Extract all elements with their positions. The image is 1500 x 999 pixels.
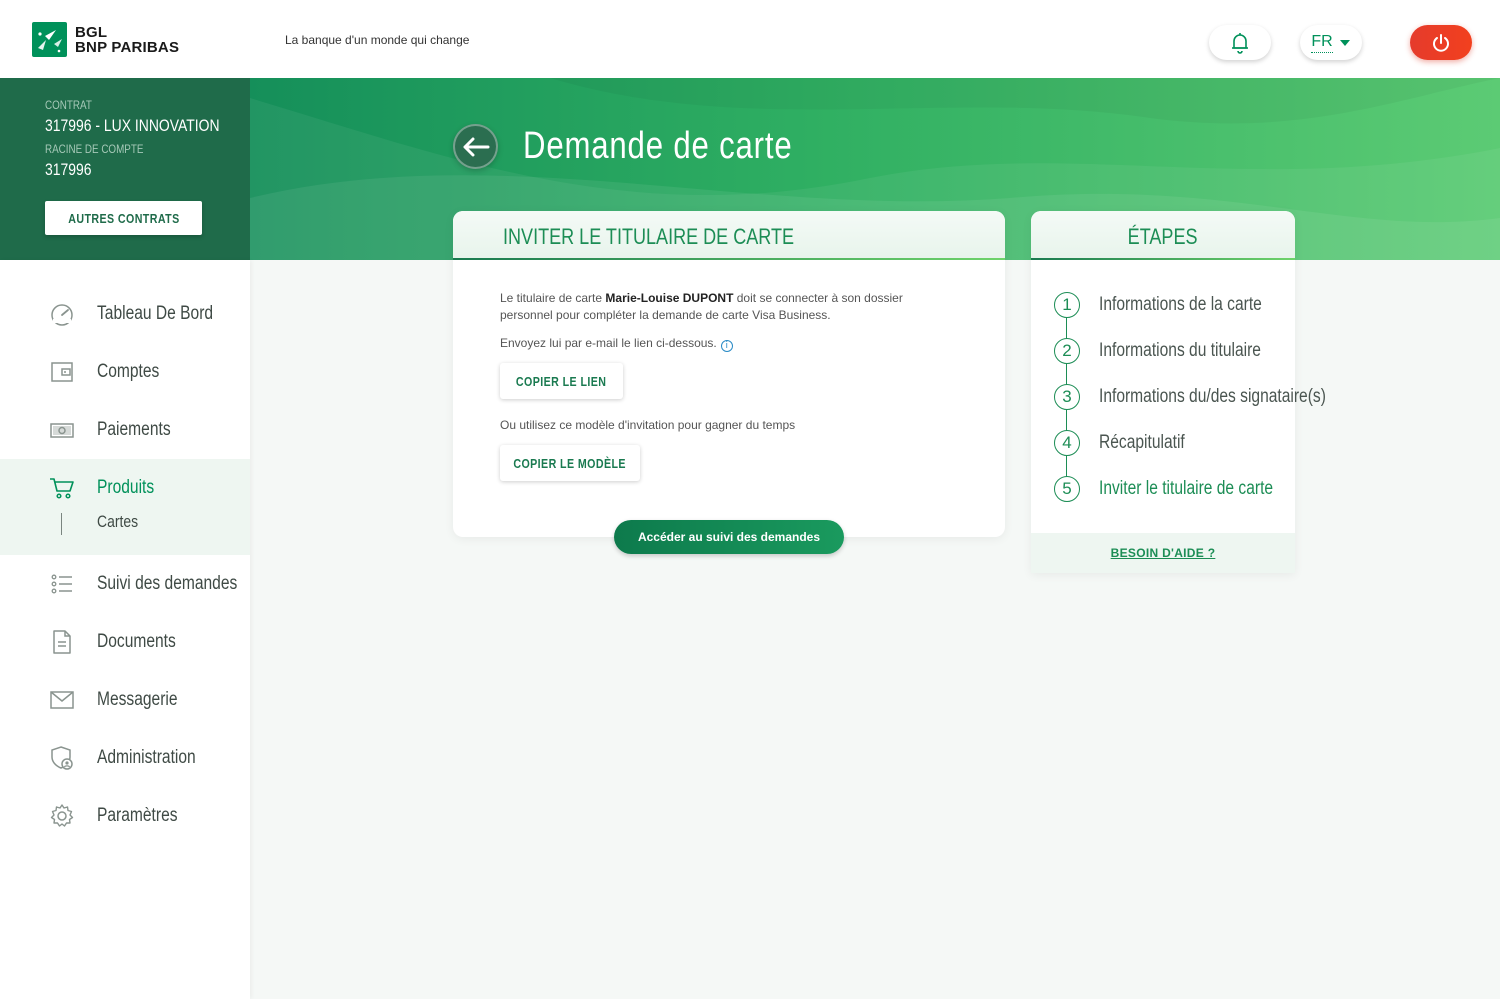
step-1[interactable]: 1 Informations de la carte — [1054, 292, 1294, 318]
template-instruction: Ou utilisez ce modèle d'invitation pour … — [500, 418, 796, 432]
help-link[interactable]: BESOIN D'AIDE ? — [1111, 546, 1216, 560]
step-number: 4 — [1054, 430, 1080, 456]
bgl-bnp-paribas-logo[interactable]: BGL BNP PARIBAS — [32, 22, 179, 57]
sidebar-item-label: Paramètres — [97, 805, 178, 826]
back-button[interactable] — [453, 124, 498, 169]
account-root-value: 317996 — [45, 160, 92, 179]
step-label: Inviter le titulaire de carte — [1099, 478, 1274, 499]
copy-link-label: COPIER LE LIEN — [516, 373, 607, 389]
gear-icon — [48, 802, 76, 830]
bell-icon — [1232, 32, 1248, 54]
sidebar-item-settings[interactable]: Paramètres — [0, 787, 250, 845]
copy-template-label: COPIER LE MODÈLE — [513, 455, 627, 471]
invite-text-prefix: Le titulaire de carte — [500, 291, 606, 305]
language-selector[interactable]: FR — [1300, 25, 1362, 60]
sidebar-item-label: Suivi des demandes — [97, 573, 238, 594]
sidebar: Tableau De Bord Comptes Paiements Produi… — [0, 260, 250, 999]
sidebar-item-payments[interactable]: Paiements — [0, 401, 250, 459]
sidebar-item-label: Administration — [97, 747, 196, 768]
other-contracts-label: AUTRES CONTRATS — [67, 210, 180, 226]
step-number: 3 — [1054, 384, 1080, 410]
envelope-icon — [48, 686, 76, 714]
top-bar: BGL BNP PARIBAS La banque d'un monde qui… — [0, 0, 1500, 78]
sidebar-item-messaging[interactable]: Messagerie — [0, 671, 250, 729]
stars-logo-icon — [32, 22, 67, 57]
step-3[interactable]: 3 Informations du/des signataire(s) — [1054, 384, 1326, 410]
step-label: Informations du/des signataire(s) — [1099, 386, 1326, 407]
dashboard-gauge-icon — [48, 300, 76, 328]
sidebar-subitem-cards[interactable]: Cartes — [97, 512, 138, 532]
step-4[interactable]: 4 Récapitulatif — [1054, 430, 1294, 456]
sidebar-item-label: Produits — [97, 477, 155, 498]
contract-panel: CONTRAT 317996 - LUX INNOVATION RACINE D… — [0, 78, 250, 260]
step-2[interactable]: 2 Informations du titulaire — [1054, 338, 1294, 364]
list-icon — [48, 570, 76, 598]
step-label: Récapitulatif — [1099, 432, 1185, 453]
notifications-button[interactable] — [1209, 25, 1271, 60]
step-number: 1 — [1054, 292, 1080, 318]
sidebar-item-documents[interactable]: Documents — [0, 613, 250, 671]
sidebar-item-label: Messagerie — [97, 689, 178, 710]
caret-down-icon — [1339, 39, 1350, 46]
steps-title-text: ÉTAPES — [1128, 224, 1198, 249]
cardholder-name: Marie-Louise DUPONT — [605, 291, 734, 305]
email-instruction: Envoyez lui par e-mail le lien ci-dessou… — [500, 335, 733, 352]
contract-value: 317996 - LUX INNOVATION — [45, 116, 220, 135]
submenu-indicator — [61, 513, 62, 535]
steps-header: ÉTAPES — [1031, 211, 1295, 260]
steps-panel: ÉTAPES 1 Informations de la carte 2 Info… — [1031, 211, 1326, 573]
tagline: La banque d'un monde qui change — [285, 33, 470, 47]
invite-cardholder-card: INVITER LE TITULAIRE DE CARTE Le titulai… — [453, 211, 1005, 537]
logo-line-2: BNP PARIBAS — [75, 38, 180, 56]
contract-label: CONTRAT — [45, 98, 92, 112]
banknote-icon — [48, 416, 76, 444]
copy-link-button[interactable]: COPIER LE LIEN — [500, 363, 623, 399]
account-root-label: RACINE DE COMPTE — [45, 142, 144, 156]
card-header: INVITER LE TITULAIRE DE CARTE — [453, 211, 1005, 260]
document-icon — [48, 628, 76, 656]
invite-text-suffix: doit se connecter à son dossier — [733, 291, 903, 305]
sidebar-item-label: Comptes — [97, 361, 160, 382]
cart-icon — [48, 474, 76, 502]
language-value: FR — [1311, 33, 1333, 53]
sidebar-item-label: Tableau De Bord — [97, 303, 214, 324]
sidebar-item-administration[interactable]: Administration — [0, 729, 250, 787]
arrow-left-icon — [463, 137, 489, 156]
help-band: BESOIN D'AIDE ? — [1031, 533, 1295, 573]
sidebar-item-accounts[interactable]: Comptes — [0, 343, 250, 401]
track-requests-button[interactable]: Accéder au suivi des demandes — [614, 520, 844, 554]
invite-description: Le titulaire de carte Marie-Louise DUPON… — [500, 290, 903, 324]
other-contracts-button[interactable]: AUTRES CONTRATS — [45, 201, 202, 235]
step-label: Informations du titulaire — [1099, 340, 1261, 361]
page-title: Demande de carte — [523, 125, 793, 167]
sidebar-item-label: Documents — [97, 631, 176, 652]
email-instruction-text: Envoyez lui par e-mail le lien ci-dessou… — [500, 336, 717, 350]
sidebar-item-request-tracking[interactable]: Suivi des demandes — [0, 555, 250, 613]
sidebar-item-products[interactable]: Produits — [0, 459, 250, 517]
shield-user-icon — [48, 744, 76, 772]
invite-text-line2: personnel pour compléter la demande de c… — [500, 308, 831, 322]
step-number: 5 — [1054, 476, 1080, 502]
logo-line-1: BGL — [75, 23, 108, 41]
sidebar-item-label: Paiements — [97, 419, 171, 440]
logout-button[interactable] — [1410, 25, 1472, 60]
step-number: 2 — [1054, 338, 1080, 364]
info-icon[interactable]: i — [720, 340, 733, 352]
sidebar-item-dashboard[interactable]: Tableau De Bord — [0, 285, 250, 343]
copy-template-button[interactable]: COPIER LE MODÈLE — [500, 445, 640, 481]
step-5-active[interactable]: 5 Inviter le titulaire de carte — [1054, 476, 1294, 502]
wallet-icon — [48, 358, 76, 386]
logo-text: BGL BNP PARIBAS — [75, 25, 179, 55]
steps-title: ÉTAPES — [1031, 224, 1295, 250]
power-icon — [1433, 33, 1449, 52]
step-label: Informations de la carte — [1099, 294, 1262, 315]
card-title: INVITER LE TITULAIRE DE CARTE — [503, 224, 795, 249]
